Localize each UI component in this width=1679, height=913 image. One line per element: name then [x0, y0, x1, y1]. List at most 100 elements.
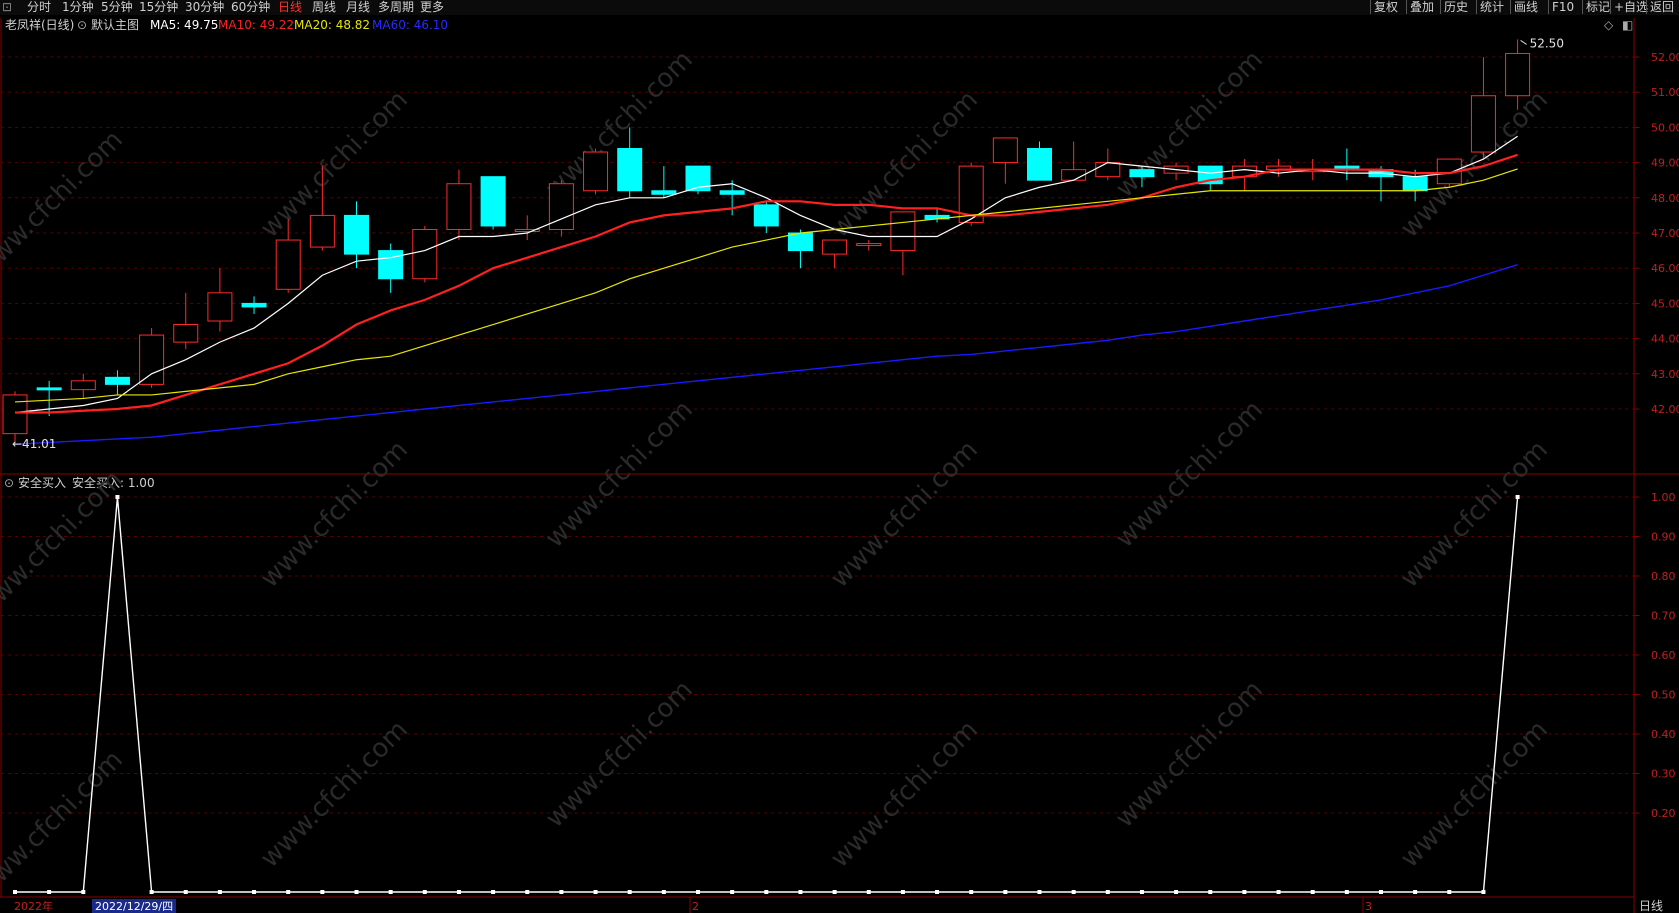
watermark-text: www.cfchi.com [1110, 45, 1269, 204]
month-label: 3 [1365, 900, 1372, 913]
indicator-point [593, 890, 598, 894]
indicator-tick-label: 0.40 [1651, 728, 1676, 741]
watermark-text: www.cfchi.com [0, 125, 129, 284]
price-tick-label: 49.00 [1651, 157, 1679, 170]
candle-body [241, 302, 267, 308]
indicator-point [1208, 890, 1213, 894]
indicator-tick-label: 1.00 [1651, 491, 1676, 504]
indicator-tick-label: 0.20 [1651, 807, 1676, 820]
indicator-point [1276, 890, 1281, 894]
indicator-point [1174, 890, 1179, 894]
price-tick-label: 51.00 [1651, 86, 1679, 99]
candle-body [70, 380, 96, 391]
indicator-point [217, 890, 222, 894]
indicator-point [1515, 495, 1520, 499]
watermark-text: www.cfchi.com [255, 435, 414, 594]
indicator-point [388, 890, 393, 894]
candle-body [309, 214, 335, 248]
stock-chart[interactable]: 52.00 51.00 50.00 49.00 48.00 47.00 46.00 45.00… [0, 0, 1679, 913]
watermark-text: www.cfchi.com [255, 715, 414, 874]
candle-body [583, 151, 609, 192]
ma-line-ma60 [14, 264, 1518, 445]
indicator-point [969, 890, 974, 894]
indicator-point [559, 890, 564, 894]
price-tick-label: 47.00 [1651, 227, 1679, 240]
indicator-point [1344, 890, 1349, 894]
indicator-tick-label: 0.60 [1651, 649, 1676, 662]
candle-body [412, 228, 438, 280]
indicator-point [81, 890, 86, 894]
candle-body [1129, 169, 1155, 178]
price-tick-label: 52.00 [1651, 51, 1679, 64]
indicator-point [730, 890, 735, 894]
indicator-point [1242, 890, 1247, 894]
high-price-label: 52.50 [1530, 36, 1564, 50]
indicator-point [1037, 890, 1042, 894]
watermark-text: www.cfchi.com [1110, 675, 1269, 834]
watermark-text: www.cfchi.com [0, 465, 129, 624]
candle-body [104, 376, 130, 385]
indicator-point [1003, 890, 1008, 894]
watermark-text: www.cfchi.com [825, 435, 984, 594]
indicator-tick-label: 0.30 [1651, 768, 1676, 781]
indicator-point [798, 890, 803, 894]
indicator-point [320, 890, 325, 894]
indicator-point [900, 890, 905, 894]
candle-body [1095, 162, 1121, 178]
price-tick-label: 42.00 [1651, 403, 1679, 416]
indicator-point [1413, 890, 1418, 894]
indicator-point [47, 890, 52, 894]
indicator-point [627, 890, 632, 894]
candle-body [446, 183, 472, 230]
low-price-label: ←41.01 [12, 437, 56, 451]
price-tick-label: 43.00 [1651, 368, 1679, 381]
indicator-point [696, 890, 700, 894]
indicator-point [1379, 890, 1383, 894]
candle-body [1505, 52, 1531, 97]
ma-line-ma5 [14, 135, 1518, 414]
indicator-point [1310, 890, 1315, 894]
candle-body [139, 334, 165, 385]
indicator-point [252, 890, 257, 894]
indicator-point [1447, 890, 1452, 894]
indicator-point [422, 890, 427, 894]
indicator-point [935, 890, 940, 894]
high-marker [1520, 39, 1527, 45]
indicator-point [1105, 890, 1110, 894]
watermark-text: www.cfchi.com [825, 715, 984, 874]
candle-body [378, 250, 404, 280]
indicator-point [286, 890, 291, 894]
candle-body [719, 190, 745, 195]
indicator-point [1139, 890, 1144, 894]
indicator-tick-label: 0.50 [1651, 689, 1676, 702]
indicator-point [183, 890, 188, 894]
indicator-point [1481, 890, 1486, 894]
indicator-point [764, 890, 769, 894]
candle-body [787, 232, 813, 252]
axis-year-label: 2022年 [14, 899, 53, 913]
indicator-point [115, 495, 120, 499]
candle-body [651, 190, 677, 195]
candle-body [822, 239, 848, 255]
indicator-point [1071, 890, 1076, 894]
price-tick-label: 50.00 [1651, 121, 1679, 134]
watermark-text: www.cfchi.com [1395, 715, 1554, 874]
indicator-point [149, 890, 154, 894]
indicator-point [866, 890, 871, 894]
candle-body [856, 243, 882, 247]
candle-body [36, 387, 62, 391]
candle-body [890, 211, 916, 252]
candle-body [344, 214, 369, 255]
price-tick-label: 45.00 [1651, 297, 1679, 310]
candle-body [173, 324, 199, 343]
cursor-date-label: 2022/12/29/四 [95, 900, 173, 913]
price-tick-label: 46.00 [1651, 262, 1679, 275]
candle-body [992, 137, 1018, 164]
indicator-tick-label: 0.80 [1651, 570, 1676, 583]
indicator-tick-label: 0.90 [1651, 531, 1676, 544]
indicator-point [491, 890, 496, 894]
candle-body [480, 176, 506, 227]
indicator-point [354, 890, 359, 894]
price-tick-label: 48.00 [1651, 192, 1679, 205]
indicator-point [456, 890, 461, 894]
